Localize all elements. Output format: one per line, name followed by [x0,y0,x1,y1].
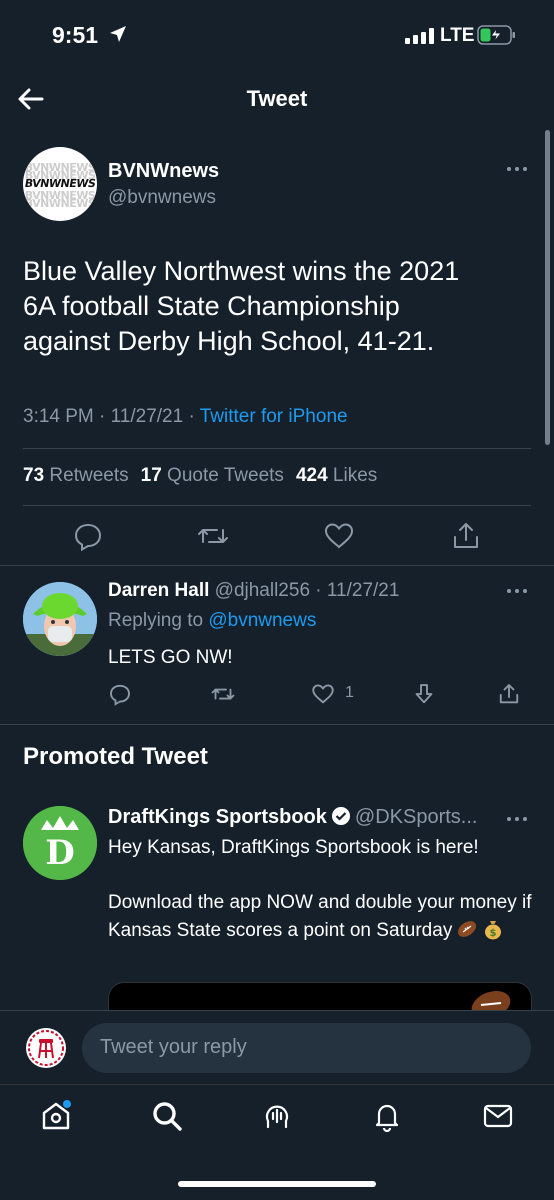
football-emoji-icon [458,920,477,937]
author-name[interactable]: BVNWnews [108,160,219,183]
home-icon [42,1100,71,1130]
author-avatar[interactable]: BVNWNEWS BVNWNEWS BVNWNEWS BVNWNEWS BVNW… [23,147,97,221]
downvote-button[interactable] [412,682,436,706]
page-title: Tweet [246,86,308,111]
reply-icon [110,684,130,706]
status-bar: 9:51 LTE [0,0,554,74]
avatar-photo [23,582,97,656]
location-arrow-icon [110,26,126,42]
share-button[interactable] [497,682,521,706]
promoted-section-title: Promoted Tweet [23,743,208,770]
reply-text: LETS GO NW! [108,647,233,668]
tweet-text: Blue Valley Northwest wins the 2021 6A f… [23,256,460,356]
reply-button[interactable] [72,520,104,552]
svg-text:D: D [45,833,74,873]
promoted-author[interactable]: DraftKings Sportsbook @DKSports... [108,806,477,829]
share-button[interactable] [450,520,482,552]
likes-stat[interactable]: 424 Likes [296,465,377,486]
svg-text:$: $ [490,928,497,939]
reply-button[interactable] [108,682,132,706]
spaces-icon [265,1105,289,1129]
more-options-icon[interactable] [507,165,529,173]
like-count: 1 [345,684,354,701]
barstool-logo [28,1030,64,1066]
heart-icon [312,684,334,704]
tab-spaces[interactable] [260,1099,294,1133]
reply-icon [74,523,102,552]
tab-search[interactable] [150,1099,184,1133]
author-handle[interactable]: @bvnwnews [108,187,216,209]
bell-icon [375,1104,399,1133]
tab-home[interactable] [39,1099,73,1133]
more-options-icon[interactable] [507,815,529,823]
tab-messages[interactable] [481,1099,515,1133]
divider [0,724,554,725]
money-bag-emoji-icon: $ [485,920,502,939]
heart-icon [324,523,354,549]
promoted-author-avatar[interactable]: D [23,806,97,880]
battery-charging-icon [477,25,515,45]
divider [23,505,531,506]
like-button[interactable] [311,682,335,706]
share-icon [454,523,478,548]
scrollbar[interactable] [545,130,550,445]
retweet-icon [211,688,235,700]
my-avatar[interactable] [26,1028,66,1068]
divider [0,565,554,566]
tab-notifications[interactable] [370,1099,404,1133]
reply-author[interactable]: Darren Hall @djhall256 · 11/27/21 [108,580,399,602]
home-indicator[interactable] [178,1181,376,1187]
draftkings-logo: D [23,806,97,880]
reply-author-avatar[interactable] [23,582,97,656]
verified-badge-icon [331,807,350,825]
mail-icon [483,1104,513,1128]
network-type: LTE [440,25,475,46]
more-options-icon[interactable] [507,587,529,595]
retweets-stat[interactable]: 73 Retweets [23,465,129,486]
like-button[interactable] [323,520,355,552]
reply-input[interactable]: Tweet your reply [82,1023,531,1073]
retweet-button[interactable] [211,682,235,706]
quote-tweets-stat[interactable]: 17 Quote Tweets [141,465,284,486]
share-icon [499,684,519,704]
promoted-text: Hey Kansas, DraftKings Sportsbook is her… [108,837,532,941]
signal-icon [405,28,434,44]
mention-link[interactable]: @bvnwnews [208,610,316,631]
top-nav: Tweet [0,74,554,124]
compose-bar: Tweet your reply [0,1010,554,1084]
tweet-source-link[interactable]: Twitter for iPhone [200,406,348,427]
divider [23,448,531,449]
retweet-button[interactable] [197,520,229,552]
tweet-stats: 73 Retweets 17 Quote Tweets 424 Likes [23,465,377,487]
search-icon [153,1102,182,1131]
retweet-icon [198,529,228,543]
status-time: 9:51 [52,22,99,48]
replying-to: Replying to @bvnwnews [108,610,317,631]
tweet-timestamp: 3:14 PM · 11/27/21 · Twitter for iPhone [23,406,348,427]
down-arrow-icon [415,684,433,704]
